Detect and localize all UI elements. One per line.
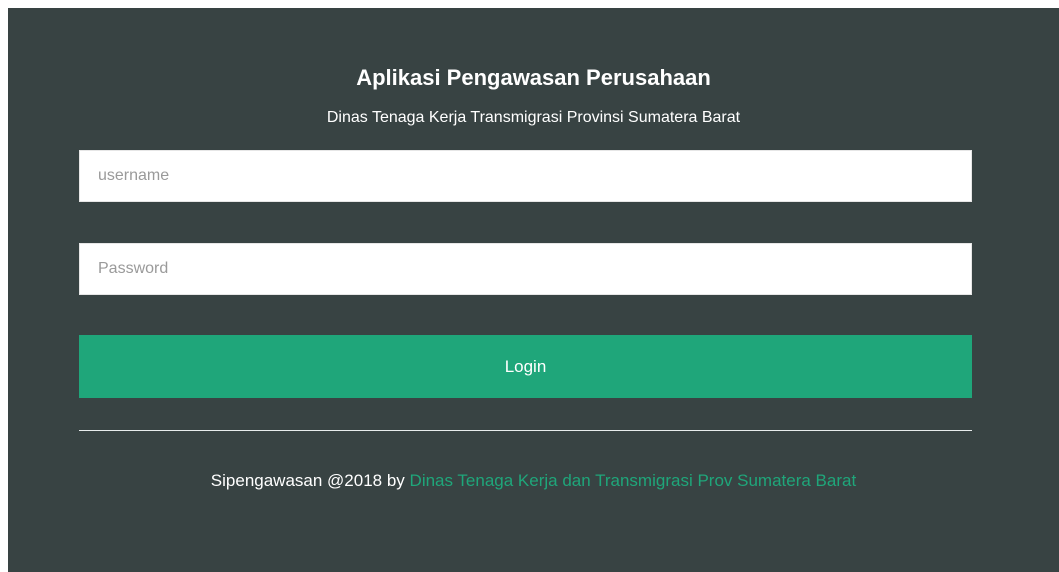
divider bbox=[79, 430, 972, 431]
login-button[interactable]: Login bbox=[79, 335, 972, 398]
footer-link[interactable]: Dinas Tenaga Kerja dan Transmigrasi Prov… bbox=[410, 471, 857, 490]
app-subtitle: Dinas Tenaga Kerja Transmigrasi Provinsi… bbox=[326, 109, 741, 126]
login-panel: Aplikasi Pengawasan Perusahaan Dinas Ten… bbox=[8, 8, 1059, 572]
username-input[interactable] bbox=[79, 150, 972, 202]
footer: Sipengawasan @2018 by Dinas Tenaga Kerja… bbox=[8, 470, 1059, 492]
footer-text: Sipengawasan @2018 by bbox=[210, 471, 405, 490]
app-title: Aplikasi Pengawasan Perusahaan bbox=[356, 65, 711, 90]
password-input[interactable] bbox=[79, 243, 972, 295]
